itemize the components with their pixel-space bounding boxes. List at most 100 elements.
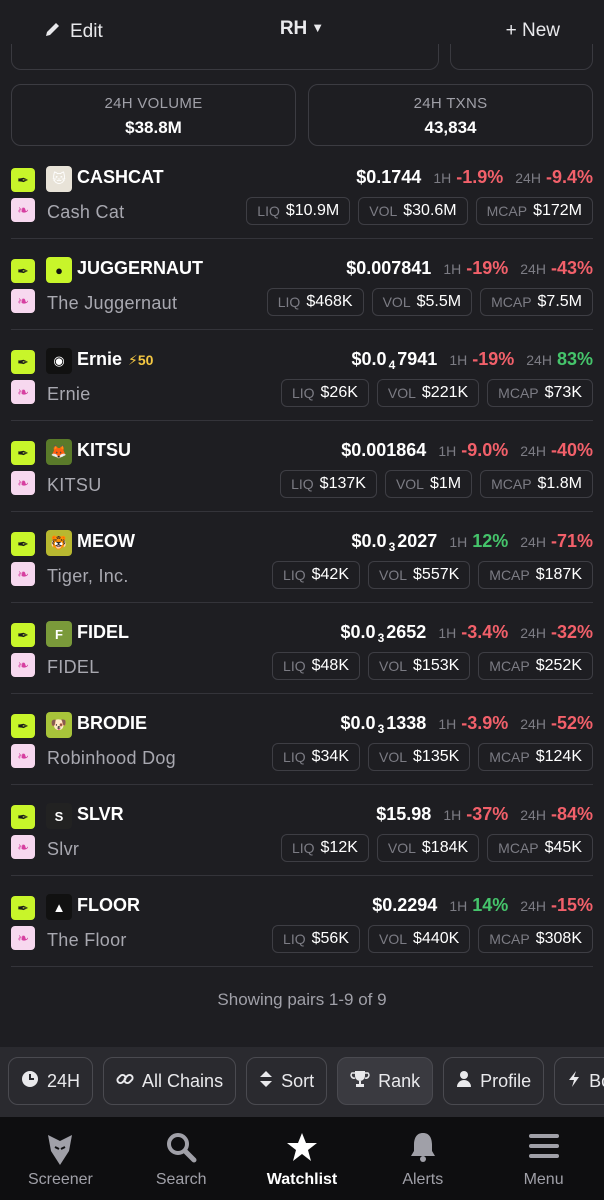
change-24h-value: -43% bbox=[550, 258, 593, 278]
change-1h-label: 1H bbox=[443, 807, 462, 823]
liquidity-chip: LIQ $48K bbox=[272, 652, 360, 680]
showing-pairs-text: Showing pairs 1-9 of 9 bbox=[217, 990, 387, 1009]
change-1h-label: 1H bbox=[438, 443, 457, 459]
dex-feather-icon: ✒ bbox=[11, 168, 35, 192]
fox-icon: 🦊 bbox=[46, 439, 72, 465]
liquidity-chip: LIQ $56K bbox=[272, 925, 360, 953]
mcap-chip: MCAP $45K bbox=[487, 834, 593, 862]
change-24h-label: 24H bbox=[520, 261, 546, 277]
filter-24h-button[interactable]: 24H bbox=[8, 1057, 94, 1105]
price-change-group: $0.0 3 1338 1H -3.9% 24H -52% bbox=[341, 713, 593, 736]
token-symbol: CASHCAT bbox=[77, 167, 164, 187]
change-24h-label: 24H bbox=[520, 807, 546, 823]
dex-feather-icon: ✒ bbox=[11, 714, 35, 738]
change-1h-label: 1H bbox=[449, 352, 468, 368]
cut-off-card bbox=[11, 44, 439, 70]
change-1h-value: -1.9% bbox=[456, 167, 504, 187]
pair-row[interactable]: ✒ ❧ 🐯 MEOW Tiger, Inc. $0.0 3 2027 1H 12% … bbox=[11, 512, 593, 603]
filter-all-chains-button[interactable]: All Chains bbox=[103, 1057, 237, 1105]
volume-chip: VOL $1M bbox=[384, 470, 473, 498]
tab-alerts[interactable]: Alerts bbox=[362, 1117, 483, 1200]
mcap-chip: MCAP $1.8M bbox=[480, 470, 593, 498]
pair-row[interactable]: ✒ ❧ ◉ Ernie ⚡50 Ernie $0.0 4 7941 1H -19% 2… bbox=[11, 330, 593, 421]
token-name: KITSU bbox=[47, 475, 102, 495]
price-change-group: $0.0 4 7941 1H -19% 24H 83% bbox=[352, 349, 593, 372]
bottom-tab-bar: Screener Search Watchlist Alerts Menu bbox=[0, 1117, 604, 1200]
bell-icon bbox=[362, 1131, 483, 1171]
change-24h-value: -15% bbox=[550, 895, 593, 915]
tab-menu[interactable]: Menu bbox=[483, 1117, 604, 1200]
token-name: Ernie bbox=[47, 384, 91, 404]
mcap-chip: MCAP $172M bbox=[475, 197, 593, 225]
unicorn-chain-icon: ❧ bbox=[11, 744, 35, 768]
volume-chip: VOL $221K bbox=[376, 379, 480, 407]
pair-row[interactable]: ✒ ❧ 🐱 CASHCAT Cash Cat $0.1744 1H -1.9% … bbox=[11, 148, 593, 239]
liquidity-chip: LIQ $10.9M bbox=[246, 197, 351, 225]
token-name: FIDEL bbox=[47, 657, 100, 677]
change-1h-value: 12% bbox=[472, 531, 509, 551]
clock-icon bbox=[21, 1070, 39, 1093]
change-24h-value: 83% bbox=[556, 349, 593, 369]
token-symbol: Ernie ⚡50 bbox=[77, 349, 154, 369]
change-24h-label: 24H bbox=[520, 443, 546, 459]
token-price: $0.2294 bbox=[372, 895, 438, 915]
dex-feather-icon: ✒ bbox=[11, 350, 35, 374]
token-price: $0.1744 bbox=[356, 167, 422, 187]
tiger-icon: 🐯 bbox=[46, 530, 72, 556]
token-symbol: BRODIE bbox=[77, 713, 148, 733]
dex-feather-icon: ✒ bbox=[11, 805, 35, 829]
liquidity-chip: LIQ $34K bbox=[272, 743, 360, 771]
pair-row[interactable]: ✒ ❧ 🦊 KITSU KITSU $0.001864 1H -9.0% 24H… bbox=[11, 421, 593, 512]
volume-chip: VOL $557K bbox=[368, 561, 471, 589]
change-24h-label: 24H bbox=[515, 170, 541, 186]
mcap-chip: MCAP $124K bbox=[478, 743, 593, 771]
change-24h-value: -71% bbox=[550, 531, 593, 551]
tab-screener[interactable]: Screener bbox=[0, 1117, 121, 1200]
new-button[interactable]: + New bbox=[506, 20, 560, 42]
change-24h-value: -32% bbox=[550, 622, 593, 642]
change-24h-label: 24H bbox=[520, 898, 546, 914]
token-name: The Floor bbox=[47, 930, 127, 950]
filter-boos-button[interactable]: Boos bbox=[554, 1057, 604, 1105]
change-24h-label: 24H bbox=[520, 534, 546, 550]
star-icon bbox=[242, 1131, 363, 1171]
filter-profile-button[interactable]: Profile bbox=[443, 1057, 545, 1105]
unicorn-chain-icon: ❧ bbox=[11, 562, 35, 586]
menu-icon bbox=[483, 1131, 604, 1171]
dog-icon: 🐶 bbox=[46, 712, 72, 738]
volume-chip: VOL $30.6M bbox=[358, 197, 468, 225]
metrics-group: LIQ $56K VOL $440K MCAP $308K bbox=[272, 925, 593, 953]
change-1h-label: 1H bbox=[449, 898, 468, 914]
change-1h-label: 1H bbox=[438, 625, 457, 641]
change-1h-value: -3.4% bbox=[461, 622, 509, 642]
token-symbol: SLVR bbox=[77, 804, 124, 824]
token-price: $0.0 4 7941 bbox=[351, 349, 438, 372]
filter-rank-button[interactable]: Rank bbox=[337, 1057, 434, 1105]
volume-chip: VOL $440K bbox=[368, 925, 471, 953]
volume-value: $38.8M bbox=[125, 118, 182, 137]
price-change-group: $0.1744 1H -1.9% 24H -9.4% bbox=[356, 167, 593, 188]
tab-watchlist[interactable]: Watchlist bbox=[242, 1117, 363, 1200]
sort-icon bbox=[259, 1070, 273, 1093]
filter-bar: 24HAll ChainsSortRankProfileBoos bbox=[0, 1047, 604, 1117]
pair-row[interactable]: ✒ ❧ S SLVR Slvr $15.98 1H -37% 24H -84% … bbox=[11, 785, 593, 876]
change-24h-value: -84% bbox=[550, 804, 593, 824]
filter-sort-button[interactable]: Sort bbox=[246, 1057, 328, 1105]
network-label: RH bbox=[279, 18, 308, 39]
pair-row[interactable]: ✒ ❧ F FIDEL FIDEL $0.0 3 2652 1H -3.4% 24H… bbox=[11, 603, 593, 694]
dex-feather-icon: ✒ bbox=[11, 896, 35, 920]
fidel-icon: F bbox=[46, 621, 72, 647]
pair-row[interactable]: ✒ ❧ 🐶 BRODIE Robinhood Dog $0.0 3 1338 1H … bbox=[11, 694, 593, 785]
search-icon bbox=[121, 1131, 242, 1171]
change-1h-value: -3.9% bbox=[461, 713, 509, 733]
tab-search[interactable]: Search bbox=[121, 1117, 242, 1200]
token-price: $15.98 bbox=[376, 804, 432, 824]
metrics-group: LIQ $48K VOL $153K MCAP $252K bbox=[272, 652, 593, 680]
pair-row[interactable]: ✒ ❧ ● JUGGERNAUT The Juggernaut $0.00784… bbox=[11, 239, 593, 330]
chevron-down-icon: ▼ bbox=[311, 20, 325, 35]
pair-row[interactable]: ✒ ❧ ▲ FLOOR The Floor $0.2294 1H 14% 24H… bbox=[11, 876, 593, 967]
token-name: Robinhood Dog bbox=[47, 748, 176, 768]
token-price: $0.0 3 2027 bbox=[351, 531, 438, 554]
change-24h-label: 24H bbox=[520, 716, 546, 732]
pair-list: ✒ ❧ 🐱 CASHCAT Cash Cat $0.1744 1H -1.9% … bbox=[0, 148, 604, 967]
